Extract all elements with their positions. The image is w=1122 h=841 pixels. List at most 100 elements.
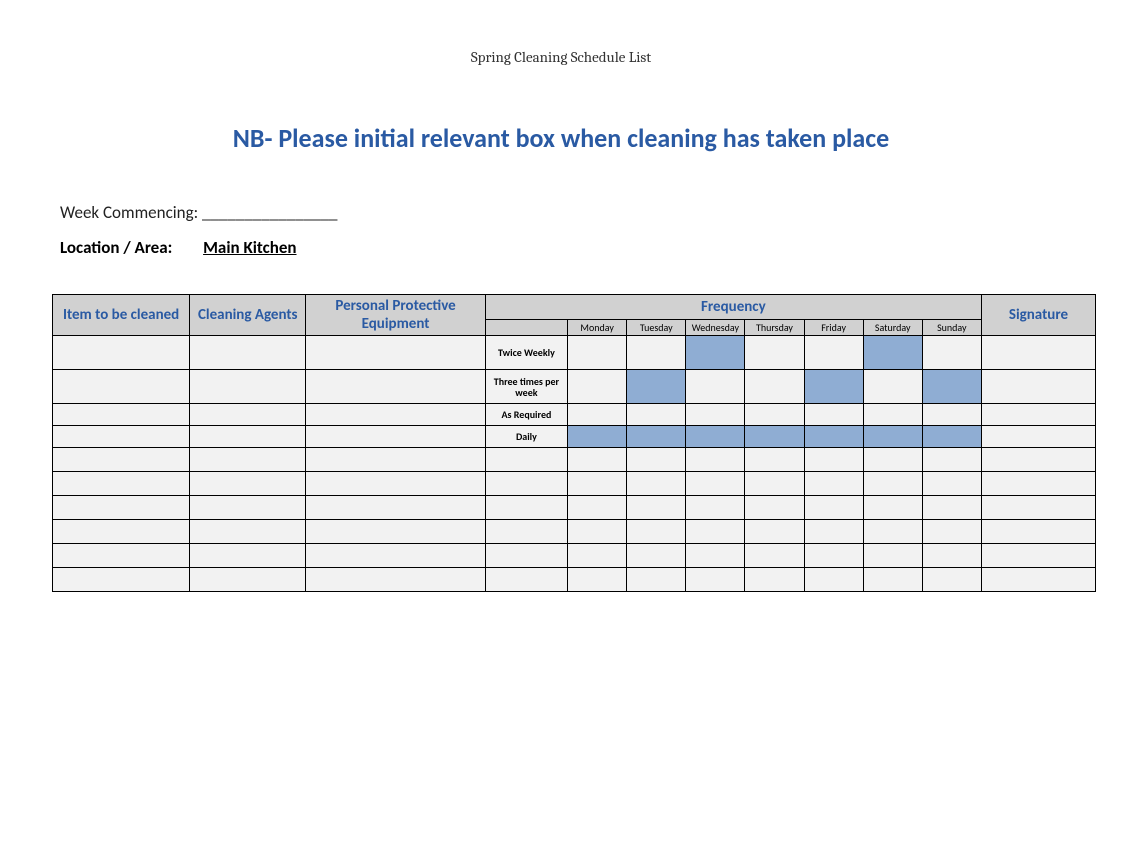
cell-ppe[interactable]	[306, 544, 485, 568]
cell-day-4[interactable]	[804, 568, 863, 592]
cell-day-2[interactable]	[686, 426, 745, 448]
cell-day-2[interactable]	[686, 520, 745, 544]
cell-ppe[interactable]	[306, 404, 485, 426]
cell-day-4[interactable]	[804, 370, 863, 404]
cell-item[interactable]	[53, 370, 190, 404]
cell-day-0[interactable]	[568, 568, 627, 592]
cell-freq-label[interactable]	[485, 520, 567, 544]
cell-day-1[interactable]	[627, 370, 686, 404]
cell-day-5[interactable]	[863, 520, 922, 544]
cell-day-3[interactable]	[745, 472, 804, 496]
cell-ppe[interactable]	[306, 426, 485, 448]
cell-signature[interactable]	[981, 336, 1095, 370]
cell-signature[interactable]	[981, 472, 1095, 496]
cell-agents[interactable]	[190, 472, 306, 496]
cell-freq-label[interactable]	[485, 448, 567, 472]
cell-day-4[interactable]	[804, 404, 863, 426]
cell-signature[interactable]	[981, 496, 1095, 520]
cell-day-0[interactable]	[568, 370, 627, 404]
cell-day-1[interactable]	[627, 336, 686, 370]
cell-agents[interactable]	[190, 404, 306, 426]
cell-item[interactable]	[53, 336, 190, 370]
cell-day-2[interactable]	[686, 370, 745, 404]
cell-freq-label[interactable]	[485, 496, 567, 520]
cell-day-5[interactable]	[863, 370, 922, 404]
cell-day-0[interactable]	[568, 496, 627, 520]
cell-day-5[interactable]	[863, 426, 922, 448]
cell-item[interactable]	[53, 568, 190, 592]
cell-day-4[interactable]	[804, 520, 863, 544]
cell-day-6[interactable]	[922, 568, 981, 592]
cell-signature[interactable]	[981, 568, 1095, 592]
cell-day-6[interactable]	[922, 370, 981, 404]
cell-day-0[interactable]	[568, 544, 627, 568]
cell-day-6[interactable]	[922, 448, 981, 472]
cell-signature[interactable]	[981, 544, 1095, 568]
cell-day-3[interactable]	[745, 568, 804, 592]
cell-day-3[interactable]	[745, 404, 804, 426]
cell-signature[interactable]	[981, 426, 1095, 448]
cell-day-2[interactable]	[686, 544, 745, 568]
cell-signature[interactable]	[981, 370, 1095, 404]
cell-agents[interactable]	[190, 370, 306, 404]
cell-day-2[interactable]	[686, 472, 745, 496]
cell-day-4[interactable]	[804, 336, 863, 370]
cell-agents[interactable]	[190, 568, 306, 592]
cell-agents[interactable]	[190, 496, 306, 520]
cell-freq-label[interactable]: As Required	[485, 404, 567, 426]
cell-day-5[interactable]	[863, 448, 922, 472]
cell-day-4[interactable]	[804, 544, 863, 568]
cell-day-6[interactable]	[922, 496, 981, 520]
cell-day-6[interactable]	[922, 472, 981, 496]
cell-ppe[interactable]	[306, 520, 485, 544]
cell-day-3[interactable]	[745, 520, 804, 544]
cell-day-2[interactable]	[686, 568, 745, 592]
cell-day-2[interactable]	[686, 448, 745, 472]
cell-day-5[interactable]	[863, 404, 922, 426]
cell-ppe[interactable]	[306, 496, 485, 520]
cell-day-4[interactable]	[804, 472, 863, 496]
cell-day-0[interactable]	[568, 472, 627, 496]
cell-signature[interactable]	[981, 404, 1095, 426]
cell-agents[interactable]	[190, 426, 306, 448]
cell-day-5[interactable]	[863, 472, 922, 496]
cell-agents[interactable]	[190, 520, 306, 544]
cell-day-5[interactable]	[863, 496, 922, 520]
cell-day-5[interactable]	[863, 568, 922, 592]
cell-day-3[interactable]	[745, 336, 804, 370]
cell-day-0[interactable]	[568, 404, 627, 426]
cell-item[interactable]	[53, 472, 190, 496]
cell-signature[interactable]	[981, 520, 1095, 544]
cell-day-1[interactable]	[627, 426, 686, 448]
cell-day-0[interactable]	[568, 336, 627, 370]
cell-freq-label[interactable]	[485, 472, 567, 496]
cell-agents[interactable]	[190, 544, 306, 568]
cell-day-3[interactable]	[745, 496, 804, 520]
cell-item[interactable]	[53, 426, 190, 448]
cell-day-6[interactable]	[922, 426, 981, 448]
cell-freq-label[interactable]	[485, 568, 567, 592]
cell-item[interactable]	[53, 404, 190, 426]
cell-day-6[interactable]	[922, 520, 981, 544]
cell-day-6[interactable]	[922, 336, 981, 370]
cell-day-6[interactable]	[922, 544, 981, 568]
cell-item[interactable]	[53, 448, 190, 472]
cell-day-3[interactable]	[745, 544, 804, 568]
cell-item[interactable]	[53, 544, 190, 568]
cell-freq-label[interactable]	[485, 544, 567, 568]
cell-day-5[interactable]	[863, 336, 922, 370]
cell-day-6[interactable]	[922, 404, 981, 426]
cell-day-1[interactable]	[627, 404, 686, 426]
cell-day-1[interactable]	[627, 472, 686, 496]
cell-day-5[interactable]	[863, 544, 922, 568]
cell-ppe[interactable]	[306, 568, 485, 592]
cell-freq-label[interactable]: Daily	[485, 426, 567, 448]
cell-day-3[interactable]	[745, 426, 804, 448]
cell-day-4[interactable]	[804, 426, 863, 448]
cell-agents[interactable]	[190, 448, 306, 472]
cell-day-0[interactable]	[568, 520, 627, 544]
cell-day-1[interactable]	[627, 520, 686, 544]
cell-day-3[interactable]	[745, 370, 804, 404]
cell-item[interactable]	[53, 496, 190, 520]
cell-freq-label[interactable]: Twice Weekly	[485, 336, 567, 370]
